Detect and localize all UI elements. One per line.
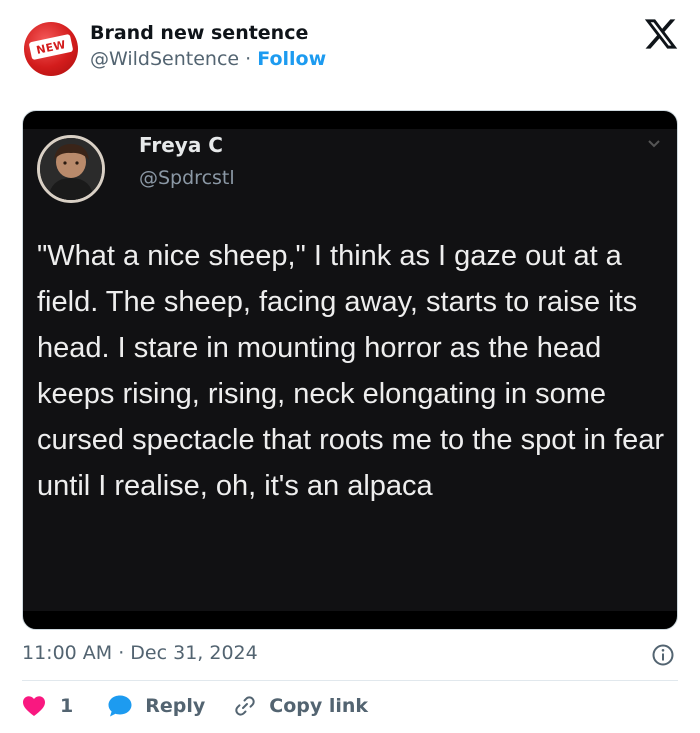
embedded-post-text: "What a nice sheep," I think as I gaze o… <box>37 240 665 502</box>
embedded-post: Freya C @Spdrcstl "What a nice sheep," I… <box>23 129 677 611</box>
follow-link[interactable]: Follow <box>257 48 326 70</box>
new-badge: NEW <box>28 33 74 61</box>
post-timestamp[interactable]: 11:00 AM · Dec 31, 2024 <box>22 642 258 664</box>
chevron-down-icon <box>648 140 660 148</box>
copy-link-label: Copy link <box>269 695 369 717</box>
like-count: 1 <box>60 695 74 717</box>
author-avatar[interactable]: NEW <box>24 22 78 76</box>
action-bar: 1 Reply Copy link <box>22 690 368 722</box>
media-image[interactable]: Freya C @Spdrcstl "What a nice sheep," I… <box>22 110 678 630</box>
new-badge-text: NEW <box>35 37 67 57</box>
heart-icon <box>23 696 45 716</box>
divider <box>22 680 678 681</box>
embedded-author-handle: @Spdrcstl <box>139 167 235 189</box>
like-button[interactable]: 1 <box>22 695 73 717</box>
link-icon <box>235 696 255 716</box>
embedded-author-name: Freya C <box>139 133 223 157</box>
reply-bubble-icon <box>108 695 132 717</box>
author-name[interactable]: Brand new sentence <box>90 22 308 44</box>
embedded-avatar <box>37 135 105 203</box>
author-handle-row: @WildSentence · Follow <box>90 48 326 70</box>
x-logo-icon[interactable] <box>643 16 679 52</box>
reply-button[interactable]: Reply <box>107 694 205 718</box>
separator: · <box>245 48 252 70</box>
reply-label: Reply <box>145 695 206 717</box>
copy-link-button[interactable]: Copy link <box>233 694 368 718</box>
info-icon[interactable] <box>651 643 675 667</box>
author-handle[interactable]: @WildSentence <box>90 48 239 70</box>
